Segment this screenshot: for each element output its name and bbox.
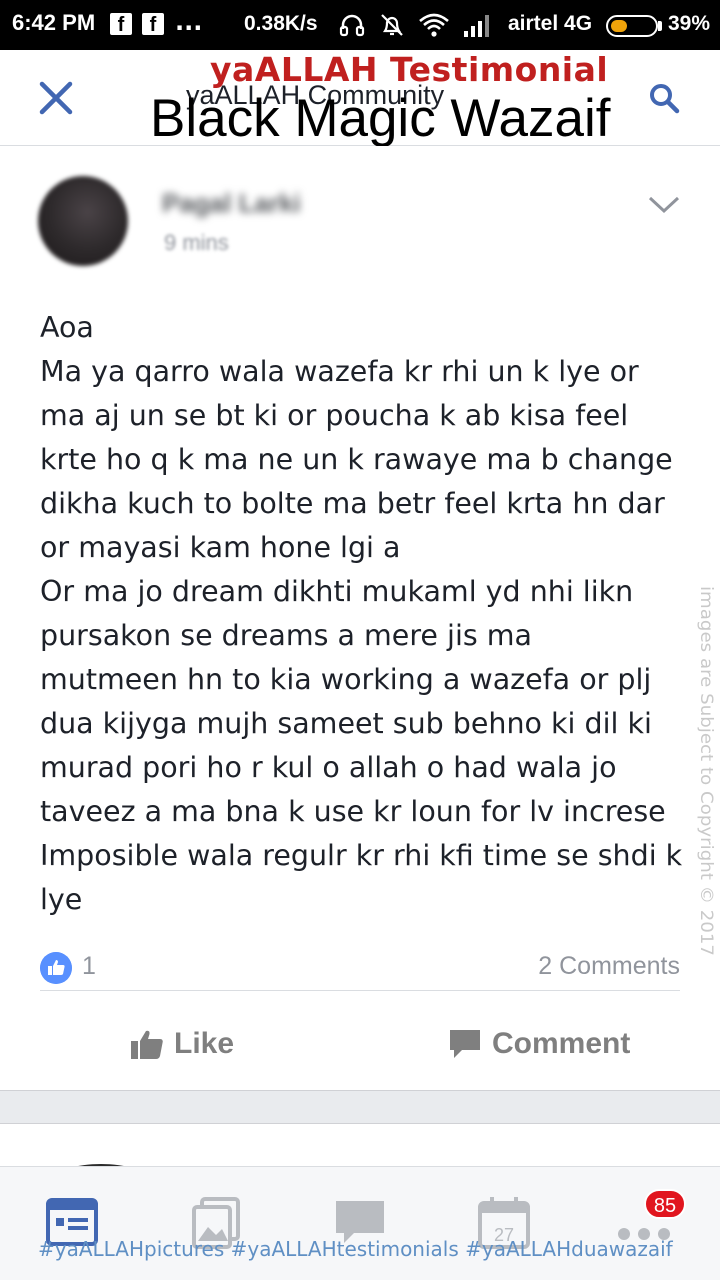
watermark-title-red: yaALLAH Testimonial — [210, 50, 609, 89]
thumbs-up-icon — [131, 1030, 163, 1059]
bottom-navigation: 27 85 — [0, 1166, 720, 1280]
comment-button[interactable]: Comment — [448, 1022, 630, 1066]
watermark-title-black: Black Magic Wazaif — [150, 89, 611, 148]
comment-icon — [450, 1030, 480, 1058]
notification-badge: 85 — [644, 1189, 686, 1219]
post-time-text: 9 mins — [164, 230, 229, 255]
status-time: 6:42 PM — [12, 10, 96, 35]
post-text-line: mutmeen hn to kia working a wazefa or pl… — [40, 663, 652, 696]
like-count[interactable]: 1 — [82, 952, 96, 981]
post-text-line: Aoa — [40, 311, 94, 344]
battery-level — [611, 20, 627, 32]
headphones-icon — [339, 14, 365, 37]
chevron-down-icon[interactable] — [646, 192, 682, 216]
post-text-line: Ma ya qarro wala wazefa kr rhi un k lye … — [40, 355, 639, 388]
post-text-line: taveez a ma bna k use kr loun for lv inc… — [40, 795, 666, 828]
wifi-icon — [419, 13, 449, 37]
watermark-hashtags: #yaALLAHpictures #yaALLAHtestimonials #y… — [38, 1237, 673, 1261]
post-card: Pagal Larki 9 mins Aoa Ma ya qarro wala w… — [0, 146, 720, 1090]
comments-count[interactable]: 2 Comments — [538, 952, 680, 981]
facebook-icon: f — [142, 13, 164, 36]
post-text-line: Or ma jo dream dikhti mukaml yd nhi likn — [40, 575, 634, 608]
battery-icon — [606, 15, 658, 37]
facebook-icon: f — [110, 13, 132, 36]
reactions-row: 1 2 Comments — [40, 946, 680, 990]
comment-label: Comment — [492, 1027, 631, 1060]
search-icon[interactable] — [646, 80, 682, 116]
post-author[interactable]: Pagal Larki — [162, 188, 301, 219]
next-post-card — [0, 1124, 720, 1172]
like-label: Like — [174, 1027, 235, 1060]
like-reaction-icon[interactable] — [40, 952, 72, 984]
network-speed: 0.38K/s — [244, 12, 318, 35]
like-button[interactable]: Like — [130, 1022, 234, 1066]
status-bar: 6:42 PM f f ... 0.38K/s airtel 4G 39% — [0, 0, 720, 50]
carrier-label: airtel 4G — [508, 12, 593, 35]
avatar[interactable] — [38, 176, 128, 266]
battery-percent: 39% — [668, 12, 711, 35]
watermark-side-text-content: images are Subject to Copyright © 2017 — [696, 586, 716, 956]
post-text-line: lye — [40, 883, 83, 916]
post-text-line: murad pori ho r kul o allah o had wala j… — [40, 751, 617, 784]
post-timestamp[interactable]: 9 mins — [164, 230, 229, 256]
post-text-line: Imposible wala regulr kr rhi kfi time se… — [40, 839, 683, 872]
post-text-line: krte ho q k ma ne un k rawaye ma b chang… — [40, 443, 673, 476]
battery-cap — [658, 21, 662, 31]
post-body: Aoa Ma ya qarro wala wazefa kr rhi un k l… — [40, 306, 690, 922]
watermark-side-text: images are Subject to Copyright © 2017 — [696, 586, 716, 956]
more-notifications: ... — [175, 8, 203, 36]
post-text-line: dikha kuch to bolte ma betr feel krta hn… — [40, 487, 665, 520]
post-text-line: pursakon se dreams a mere jis ma — [40, 619, 533, 652]
close-icon[interactable] — [36, 78, 76, 118]
signal-icon — [464, 15, 489, 37]
post-text-line: dua kijyga mujh sameet sub behno ki dil … — [40, 707, 652, 740]
feed-separator — [0, 1090, 720, 1124]
divider — [40, 990, 680, 991]
notifications-off-icon — [381, 14, 403, 36]
post-text-line: ma aj un se bt ki or poucha k ab kisa fe… — [40, 399, 629, 432]
post-text-line: or mayasi kam hone lgi a — [40, 531, 401, 564]
